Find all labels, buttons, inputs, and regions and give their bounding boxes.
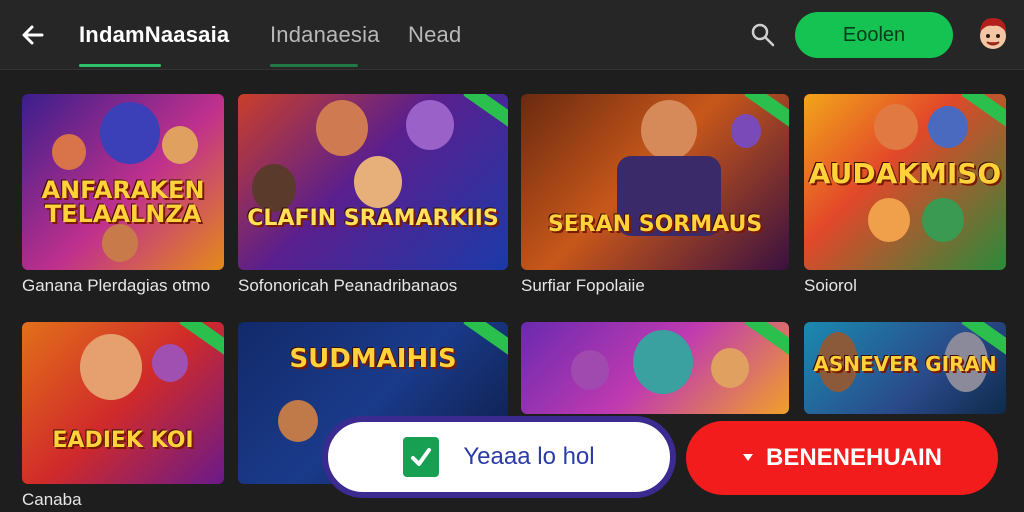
character-art [633,330,693,394]
secondary-cta-button[interactable]: Yeaaa lo hol [322,416,676,498]
character-art [252,164,296,212]
game-title-art: AUDAKMISO [808,157,1002,190]
game-title-art: EADIEK KOI [52,428,194,453]
secondary-cta-label: Yeaaa lo hol [463,443,595,470]
game-title-art: ANFARAKEN TELAALNZA [41,176,205,228]
login-button[interactable]: Eoolen [795,12,953,58]
tab-active-indicator [79,64,161,67]
character-art [874,104,918,150]
character-art [711,348,749,388]
caret-down-icon [742,454,753,461]
character-art [162,126,198,164]
game-title-art: SERAN SORMAUS [547,212,763,237]
character-art [406,100,454,150]
game-card[interactable]: ASNEVER GIRAN [804,322,1006,414]
primary-cta-label: BENENEHUAIN [765,444,942,471]
character-art [316,100,368,156]
character-art [354,156,402,208]
primary-cta-button[interactable]: BENENEHUAIN [686,421,998,495]
game-card[interactable]: ANFARAKEN TELAALNZA [22,94,224,270]
avatar-icon[interactable] [975,14,1011,54]
app-check-icon [403,437,440,477]
game-title-art: SUDMAIHIS [289,344,457,374]
new-badge [744,322,789,358]
new-badge [961,94,1006,130]
top-bar: IndamNaasaia Indanaesia Nead Eoolen [0,0,1024,70]
character-art [102,224,138,262]
game-title-art: CLAFIN SRAMARKIIS [247,206,499,231]
tab-indanaesia[interactable]: Indanaesia [270,22,380,48]
character-art [641,100,697,160]
character-art [152,344,188,382]
character-art [928,106,968,148]
game-card[interactable]: EADIEK KOI [22,322,224,484]
game-caption: Soiorol [804,276,857,295]
character-art [52,134,86,170]
character-art [731,114,761,148]
tab-indamnaasaia[interactable]: IndamNaasaia [79,22,229,48]
search-icon[interactable] [750,22,776,48]
tab-nead[interactable]: Nead [408,22,461,48]
character-art [100,102,160,164]
check-icon [411,448,432,466]
character-art [80,334,142,400]
tab-indicator [270,64,358,67]
game-card[interactable]: AUDAKMISO [804,94,1006,270]
character-art [868,198,910,242]
game-caption: Sofonoricah Peanadribanaos [238,276,458,295]
game-card[interactable] [521,322,789,414]
game-title-art: ASNEVER GIRAN [813,352,997,376]
game-card[interactable]: SERAN SORMAUS [521,94,789,270]
character-art [922,198,964,242]
character-art [278,400,318,442]
back-arrow-icon[interactable] [18,20,48,50]
game-card[interactable]: CLAFIN SRAMARKIIS [238,94,508,270]
new-badge [463,94,508,130]
game-caption: Ganana Plerdagias otmo [22,276,211,295]
game-caption: Surfiar Fopolaiie [521,276,645,295]
character-art [571,350,609,390]
game-caption: Canaba [22,490,82,509]
new-badge [179,322,224,358]
